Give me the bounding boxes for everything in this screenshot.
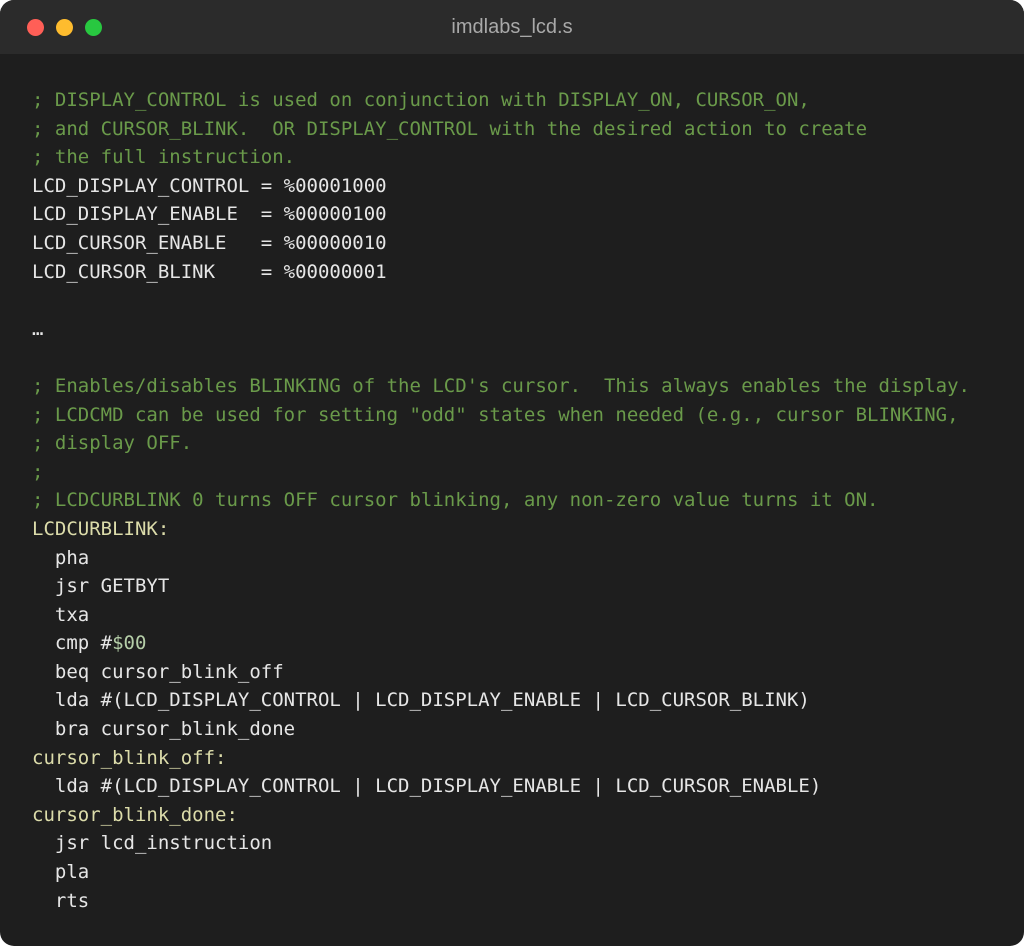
code-token-plain: lda #(LCD_DISPLAY_CONTROL | LCD_DISPLAY_… <box>32 775 822 798</box>
code-token-label: cursor_blink_done: <box>32 803 238 826</box>
code-token-comment: ; the full instruction. <box>32 146 296 169</box>
code-token-plain: jsr lcd_instruction <box>32 832 273 855</box>
code-line: ; Enables/disables BLINKING of the LCD's… <box>32 372 1014 401</box>
code-line: cursor_blink_done: <box>32 801 1014 830</box>
code-token-plain: bra cursor_blink_done <box>32 718 296 741</box>
code-line: ; and CURSOR_BLINK. OR DISPLAY_CONTROL w… <box>32 115 1014 144</box>
window-title: imdlabs_lcd.s <box>451 16 573 38</box>
code-line: … <box>32 315 1014 344</box>
code-line: LCD_DISPLAY_CONTROL = %00001000 <box>32 172 1014 201</box>
code-token-plain: lda #(LCD_DISPLAY_CONTROL | LCD_DISPLAY_… <box>32 689 810 712</box>
code-token-plain: rts <box>32 889 90 912</box>
code-line: ; DISPLAY_CONTROL is used on conjunction… <box>32 86 1014 115</box>
code-token-plain: LCD_DISPLAY_ENABLE = %00000100 <box>32 203 387 226</box>
code-line: beq cursor_blink_off <box>32 658 1014 687</box>
code-token-label: cursor_blink_off: <box>32 746 227 769</box>
code-token-comment: ; Enables/disables BLINKING of the LCD's… <box>32 374 970 397</box>
code-token-comment: ; display OFF. <box>32 432 193 455</box>
code-editor[interactable]: ; DISPLAY_CONTROL is used on conjunction… <box>32 86 1014 915</box>
code-line: cmp #$00 <box>32 629 1014 658</box>
code-line: ; the full instruction. <box>32 143 1014 172</box>
code-line: txa <box>32 601 1014 630</box>
code-token-plain: LCD_DISPLAY_CONTROL = %00001000 <box>32 174 387 197</box>
code-token-plain: cmp # <box>32 632 113 655</box>
code-token-comment: ; LCDCURBLINK 0 turns OFF cursor blinkin… <box>32 489 879 512</box>
code-line: ; LCDCMD can be used for setting "odd" s… <box>32 401 1014 430</box>
code-line: LCD_DISPLAY_ENABLE = %00000100 <box>32 200 1014 229</box>
code-token-plain: … <box>32 317 44 340</box>
code-token-plain: LCD_CURSOR_ENABLE = %00000010 <box>32 231 387 254</box>
code-line: LCD_CURSOR_ENABLE = %00000010 <box>32 229 1014 258</box>
editor-window: imdlabs_lcd.s ; DISPLAY_CONTROL is used … <box>0 0 1024 946</box>
code-token-number: $00 <box>112 632 147 655</box>
code-token-plain: jsr GETBYT <box>32 575 170 598</box>
code-token-comment: ; LCDCMD can be used for setting "odd" s… <box>32 403 959 426</box>
code-token-label: LCDCURBLINK: <box>32 517 170 540</box>
code-line: ; display OFF. <box>32 429 1014 458</box>
code-token-plain: txa <box>32 603 90 626</box>
code-token-plain: pha <box>32 546 90 569</box>
code-token-comment: ; and CURSOR_BLINK. OR DISPLAY_CONTROL w… <box>32 117 868 140</box>
code-line: lda #(LCD_DISPLAY_CONTROL | LCD_DISPLAY_… <box>32 772 1014 801</box>
code-line: rts <box>32 887 1014 916</box>
code-token-plain: LCD_CURSOR_BLINK = %00000001 <box>32 260 387 283</box>
code-line: pla <box>32 858 1014 887</box>
code-line: jsr GETBYT <box>32 572 1014 601</box>
code-token-plain: beq cursor_blink_off <box>32 660 284 683</box>
code-line: ; <box>32 458 1014 487</box>
code-line: pha <box>32 544 1014 573</box>
code-line: bra cursor_blink_done <box>32 715 1014 744</box>
code-line: ; LCDCURBLINK 0 turns OFF cursor blinkin… <box>32 486 1014 515</box>
title-bar: imdlabs_lcd.s <box>0 0 1024 54</box>
code-token-comment: ; <box>32 460 44 483</box>
code-token-comment: ; DISPLAY_CONTROL is used on conjunction… <box>32 89 810 111</box>
code-line: LCDCURBLINK: <box>32 515 1014 544</box>
code-line: lda #(LCD_DISPLAY_CONTROL | LCD_DISPLAY_… <box>32 686 1014 715</box>
code-line: cursor_blink_off: <box>32 744 1014 773</box>
code-line: jsr lcd_instruction <box>32 829 1014 858</box>
code-token-plain: pla <box>32 861 90 884</box>
code-line: LCD_CURSOR_BLINK = %00000001 <box>32 258 1014 287</box>
